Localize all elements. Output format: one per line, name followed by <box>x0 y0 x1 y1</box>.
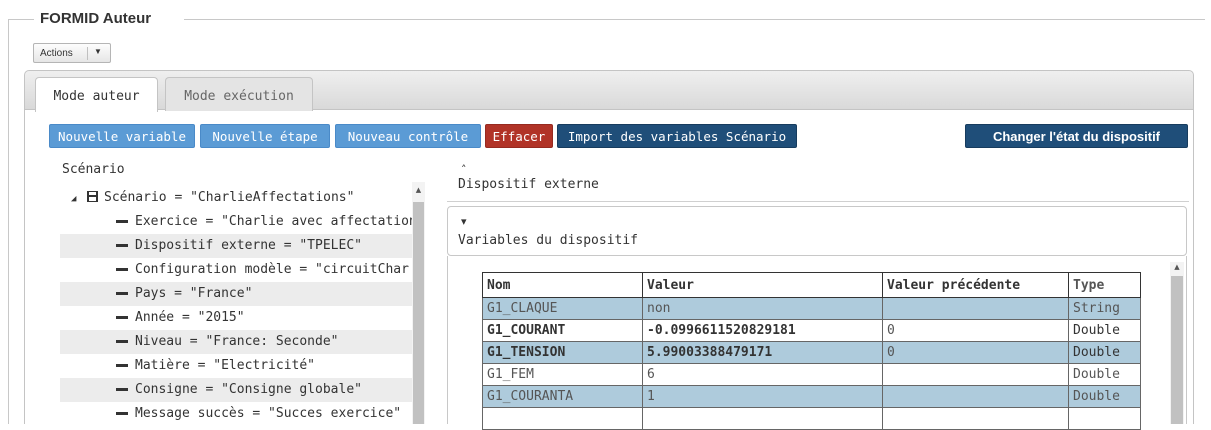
dash-icon <box>116 340 128 343</box>
cell-type <box>1068 407 1141 430</box>
tab-bar: Mode auteur Mode exécution <box>24 70 1194 112</box>
cell-valeur <box>642 407 883 430</box>
divider <box>447 201 1189 202</box>
tab-mode-execution[interactable]: Mode exécution <box>165 77 313 111</box>
tree-item[interactable]: Consigne = "Consigne globale" <box>60 378 412 402</box>
tree-item-label: Configuration modèle = "circuitChar <box>135 262 409 277</box>
chevron-up-icon[interactable]: ˄ <box>461 163 467 176</box>
tree-item-label: Dispositif externe = "TPELEC" <box>135 238 362 253</box>
cell-valeur-precedente: 0 <box>882 341 1069 364</box>
actions-dropdown[interactable]: Actions ▼ <box>33 43 111 63</box>
scrollbar-thumb[interactable] <box>413 202 424 424</box>
dash-icon <box>116 220 128 223</box>
tree-item-label: Message succès = "Succes exercice" <box>135 406 402 421</box>
changer-etat-button[interactable]: Changer l'état du dispositif <box>965 124 1188 148</box>
tab-mode-auteur[interactable]: Mode auteur <box>35 77 158 112</box>
cell-nom <box>482 407 643 430</box>
table-row[interactable] <box>482 407 1141 430</box>
dash-icon <box>116 292 128 295</box>
floppy-icon <box>87 191 98 202</box>
tree-item[interactable]: Message succès = "Succes exercice" <box>60 402 412 424</box>
column-header-nom[interactable]: Nom <box>482 272 643 298</box>
cell-valeur: 5.99003388479171 <box>642 341 883 364</box>
cell-type: Double <box>1068 319 1141 342</box>
cell-valeur-precedente <box>882 363 1069 386</box>
scenario-tree: ◢ Scénario = "CharlieAffectations" Exerci… <box>60 182 412 424</box>
scroll-up-icon[interactable]: ▲ <box>1170 263 1184 271</box>
nouveau-controle-button[interactable]: Nouveau contrôle <box>335 124 481 148</box>
cell-valeur: -0.0996611520829181 <box>642 319 883 342</box>
scroll-up-icon[interactable]: ▲ <box>412 186 425 194</box>
chevron-down-icon: ▼ <box>94 47 102 56</box>
cell-valeur: non <box>642 297 883 320</box>
tree-item[interactable]: Pays = "France" <box>60 282 412 306</box>
cell-valeur: 1 <box>642 385 883 408</box>
tree-item-label: Pays = "France" <box>135 286 253 301</box>
cell-valeur-precedente <box>882 297 1069 320</box>
scrollbar-thumb[interactable] <box>1171 276 1183 424</box>
dispositif-externe-header[interactable]: Dispositif externe <box>458 177 599 192</box>
panel-border <box>184 19 1205 20</box>
tree-item-label: Matière = "Electricité" <box>135 358 316 373</box>
cell-type: Double <box>1068 385 1141 408</box>
variables-table: Nom Valeur Valeur précédente Type G1_CLA… <box>482 272 1141 430</box>
table-row[interactable]: G1_FEM 6 Double <box>482 363 1141 386</box>
table-scrollbar[interactable]: ▲ <box>1170 262 1184 424</box>
tree-item-label: Exercice = "Charlie avec affectation <box>135 214 412 229</box>
effacer-button[interactable]: Effacer <box>485 124 553 148</box>
table-row[interactable]: G1_CLAQUE non String <box>482 297 1141 320</box>
column-header-valeur[interactable]: Valeur <box>642 272 883 298</box>
tree-item[interactable]: Configuration modèle = "circuitChar <box>60 258 412 282</box>
tree-scrollbar[interactable]: ▲ <box>412 182 425 424</box>
cell-nom: G1_TENSION <box>482 341 643 364</box>
variables-panel-header[interactable] <box>447 206 1187 256</box>
cell-nom: G1_COURANTA <box>482 385 643 408</box>
tree-item-label: Année = "2015" <box>135 310 245 325</box>
table-row[interactable]: G1_TENSION 5.99003388479171 0 Double <box>482 341 1141 364</box>
cell-type: Double <box>1068 363 1141 386</box>
tree-root-node[interactable]: ◢ Scénario = "CharlieAffectations" <box>60 186 412 210</box>
dash-icon <box>116 412 128 415</box>
column-header-type[interactable]: Type <box>1068 272 1141 298</box>
column-header-valeur-precedente[interactable]: Valeur précédente <box>882 272 1069 298</box>
nouvelle-variable-button[interactable]: Nouvelle variable <box>49 124 195 148</box>
chevron-down-icon[interactable]: ▾ <box>461 215 467 228</box>
tree-item[interactable]: Matière = "Electricité" <box>60 354 412 378</box>
panel-border <box>8 19 34 20</box>
tree-item[interactable]: Dispositif externe = "TPELEC" <box>60 234 412 258</box>
table-row[interactable]: G1_COURANTA 1 Double <box>482 385 1141 408</box>
tree-item-label: Consigne = "Consigne globale" <box>135 382 362 397</box>
actions-separator <box>87 47 88 60</box>
cell-type: String <box>1068 297 1141 320</box>
variables-dispositif-header[interactable]: Variables du dispositif <box>458 233 638 248</box>
table-header-row: Nom Valeur Valeur précédente Type <box>482 272 1141 298</box>
dash-icon <box>116 388 128 391</box>
tree-node-label: Scénario = "CharlieAffectations" <box>104 190 355 205</box>
dash-icon <box>116 244 128 247</box>
panel-border <box>8 19 9 424</box>
cell-valeur-precedente <box>882 407 1069 430</box>
cell-valeur: 6 <box>642 363 883 386</box>
cell-valeur-precedente <box>882 385 1069 408</box>
tree-item[interactable]: Niveau = "France: Seconde" <box>60 330 412 354</box>
actions-label: Actions <box>40 48 73 59</box>
tree-item[interactable]: Année = "2015" <box>60 306 412 330</box>
cell-type: Double <box>1068 341 1141 364</box>
caret-down-icon[interactable]: ◢ <box>71 194 87 204</box>
dash-icon <box>116 364 128 367</box>
cell-nom: G1_COURANT <box>482 319 643 342</box>
cell-nom: G1_FEM <box>482 363 643 386</box>
cell-nom: G1_CLAQUE <box>482 297 643 320</box>
dash-icon <box>116 268 128 271</box>
panel-title: FORMID Auteur <box>40 10 152 27</box>
import-variables-button[interactable]: Import des variables Scénario <box>557 124 797 148</box>
scenario-heading: Scénario <box>62 162 125 177</box>
tree-item[interactable]: Exercice = "Charlie avec affectation <box>60 210 412 234</box>
tree-item-label: Niveau = "France: Seconde" <box>135 334 339 349</box>
cell-valeur-precedente: 0 <box>882 319 1069 342</box>
dash-icon <box>116 316 128 319</box>
nouvelle-etape-button[interactable]: Nouvelle étape <box>200 124 330 148</box>
table-row[interactable]: G1_COURANT -0.0996611520829181 0 Double <box>482 319 1141 342</box>
